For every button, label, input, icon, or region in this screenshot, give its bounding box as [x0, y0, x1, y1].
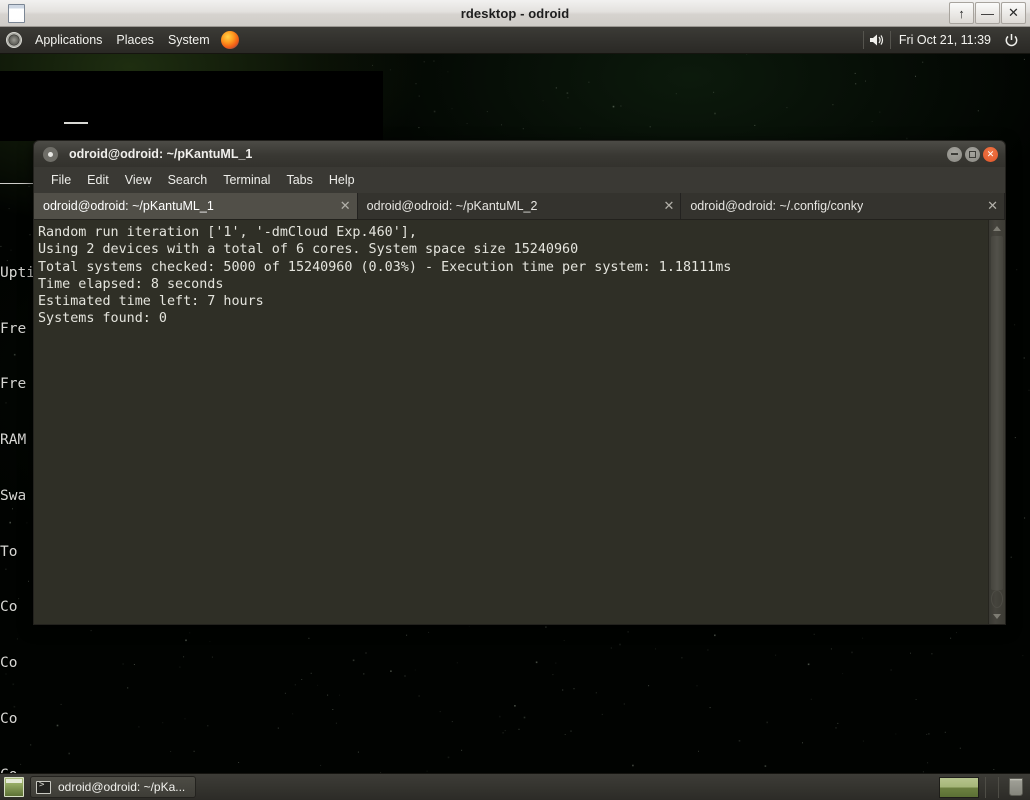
close-icon[interactable]: ✕ — [655, 198, 674, 214]
close-icon[interactable]: ✕ — [979, 198, 998, 214]
firefox-icon[interactable] — [220, 31, 239, 49]
tab-label: odroid@odroid: ~/pKantuML_1 — [43, 199, 214, 213]
tab-label: odroid@odroid: ~/pKantuML_2 — [366, 199, 538, 213]
volume-icon[interactable] — [864, 33, 890, 47]
conky-logo-bar — [64, 122, 88, 125]
workspace-switcher[interactable] — [939, 776, 979, 798]
tab-pkantuml-1[interactable]: odroid@odroid: ~/pKantuML_1 ✕ — [34, 193, 358, 219]
menu-tabs[interactable]: Tabs — [278, 170, 320, 190]
menu-terminal[interactable]: Terminal — [215, 170, 278, 190]
menu-applications[interactable]: Applications — [28, 30, 109, 50]
menu-search[interactable]: Search — [160, 170, 216, 190]
scroll-up-arrow[interactable] — [989, 221, 1005, 235]
menu-file[interactable]: File — [43, 170, 79, 190]
menu-places[interactable]: Places — [109, 30, 161, 50]
remote-desktop: Applications Places System Fri Oct 21, 1… — [0, 27, 1030, 800]
rdesktop-titlebar: rdesktop - odroid ↑ — ✕ — [0, 0, 1030, 27]
menu-view[interactable]: View — [117, 170, 160, 190]
close-icon[interactable]: ✕ — [332, 198, 351, 214]
terminal-window-icon — [43, 146, 58, 162]
rdesktop-window: rdesktop - odroid ↑ — ✕ Applications Pla… — [0, 0, 1030, 800]
taskbar-tray — [939, 774, 1030, 800]
scroll-down-arrow[interactable] — [989, 609, 1005, 623]
clock[interactable]: Fri Oct 21, 11:39 — [891, 33, 999, 47]
gnome-top-panel: Applications Places System Fri Oct 21, 1… — [0, 27, 1030, 54]
power-icon[interactable] — [999, 33, 1024, 48]
close-button[interactable]: ✕ — [1001, 2, 1026, 24]
conky-line: Co — [0, 655, 18, 672]
close-button[interactable]: ✕ — [983, 146, 998, 162]
show-desktop-icon[interactable] — [4, 777, 24, 797]
tray-divider-2 — [998, 776, 999, 798]
tab-label: odroid@odroid: ~/.config/conky — [690, 199, 864, 213]
conky-line: Co — [0, 711, 18, 727]
terminal-window-controls: ✕ — [947, 146, 998, 162]
terminal-window: odroid@odroid: ~/pKantuML_1 ✕ File Edit … — [33, 140, 1006, 625]
scrollbar-knob — [991, 590, 1003, 608]
panel-menu-group: Applications Places System — [0, 27, 239, 53]
taskbar-window-button[interactable]: odroid@odroid: ~/pKa... — [30, 776, 197, 798]
minimize-button[interactable] — [947, 146, 962, 162]
tab-pkantuml-2[interactable]: odroid@odroid: ~/pKantuML_2 ✕ — [358, 193, 682, 219]
terminal-scrollbar[interactable] — [988, 220, 1005, 624]
rdesktop-window-title: rdesktop - odroid — [460, 5, 570, 21]
conky-arch-block: armv7l | — [0, 71, 383, 187]
maximize-button[interactable] — [965, 146, 980, 162]
terminal-body[interactable]: Random run iteration ['1', '-dmCloud Exp… — [33, 220, 1006, 625]
terminal-window-title: odroid@odroid: ~/pKantuML_1 — [69, 147, 253, 161]
gnome-bottom-panel: odroid@odroid: ~/pKa... — [0, 773, 1030, 800]
tab-config-conky[interactable]: odroid@odroid: ~/.config/conky ✕ — [681, 193, 1006, 219]
terminal-menubar: File Edit View Search Terminal Tabs Help — [33, 167, 1006, 193]
rdesktop-window-controls: ↑ — ✕ — [949, 2, 1026, 24]
minimize-button[interactable]: — — [975, 2, 1000, 24]
menu-help[interactable]: Help — [321, 170, 363, 190]
restore-button[interactable]: ↑ — [949, 2, 974, 24]
menu-edit[interactable]: Edit — [79, 170, 117, 190]
trash-icon[interactable] — [1009, 778, 1023, 796]
panel-status-area: Fri Oct 21, 11:39 — [862, 27, 1030, 53]
tray-divider — [985, 776, 986, 798]
taskbar-window-label: odroid@odroid: ~/pKa... — [58, 780, 186, 794]
menu-system[interactable]: System — [161, 30, 217, 50]
scrollbar-thumb[interactable] — [991, 236, 1003, 590]
terminal-output[interactable]: Random run iteration ['1', '-dmCloud Exp… — [34, 220, 988, 624]
terminal-tabbar: odroid@odroid: ~/pKantuML_1 ✕ odroid@odr… — [33, 193, 1006, 220]
gnome-foot-icon[interactable] — [6, 32, 22, 48]
terminal-titlebar[interactable]: odroid@odroid: ~/pKantuML_1 ✕ — [33, 140, 1006, 167]
terminal-icon — [36, 780, 51, 794]
